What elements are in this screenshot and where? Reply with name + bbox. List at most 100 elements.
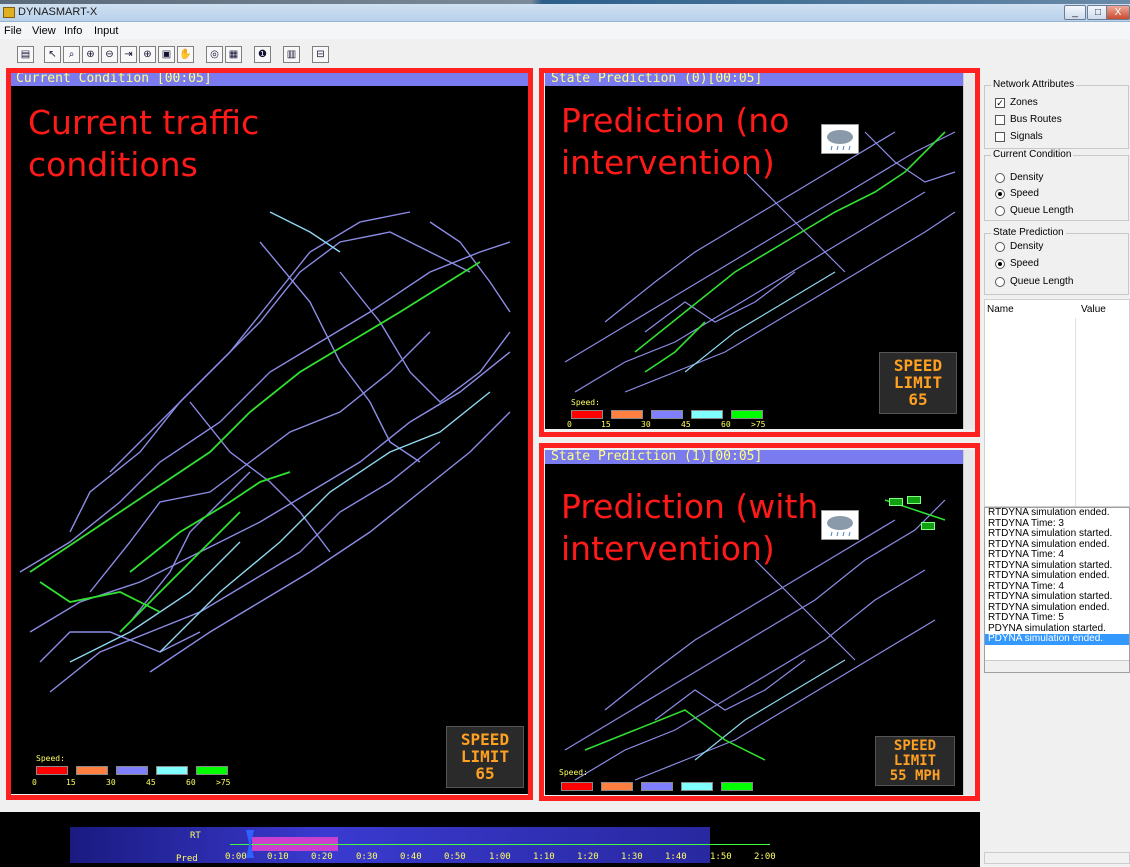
timeline-bar[interactable] (70, 827, 710, 863)
menu-info[interactable]: Info (64, 25, 82, 37)
option-label: Queue Length (1010, 276, 1074, 287)
pred-queue-radio[interactable]: Queue Length (995, 276, 1073, 287)
vms-marker[interactable] (921, 522, 935, 530)
vms-marker[interactable] (889, 498, 903, 506)
prediction-1-panel[interactable]: State Prediction (1)[00:05] Prediction (… (545, 450, 963, 795)
pan-right-icon[interactable]: ⇥ (120, 46, 137, 63)
menu-bar: File View Info Input (0, 22, 1130, 39)
group-title: State Prediction (991, 227, 1066, 238)
legend-tick: 0 (32, 778, 37, 787)
select-icon[interactable]: ↖ (44, 46, 61, 63)
window-title: DYNASMART-X (18, 6, 98, 18)
timeline-tick: 2:00 (754, 852, 776, 862)
log-scrollbar[interactable] (985, 660, 1129, 672)
log-entry[interactable]: RTDYNA simulation ended. (985, 570, 1129, 582)
zones-checkbox[interactable]: ✓ Zones (995, 97, 1038, 108)
minimize-button[interactable]: _ (1064, 5, 1086, 20)
hand-icon[interactable]: ✋ (177, 46, 194, 63)
legend-swatch (571, 410, 603, 419)
legend-tick: 60 (721, 420, 731, 429)
menu-view[interactable]: View (32, 25, 56, 37)
option-label: Signals (1010, 131, 1043, 142)
vms-marker[interactable] (907, 496, 921, 504)
vertical-scrollbar[interactable] (963, 450, 974, 795)
column-header-name[interactable]: Name (987, 304, 1014, 315)
timeline[interactable]: RT Pred 0:00 0:10 0:20 0:30 0:40 0:50 1:… (0, 812, 980, 867)
speed-limit-sign: SPEED LIMIT 65 (446, 726, 524, 788)
column-header-value[interactable]: Value (1081, 304, 1106, 315)
current-annotation: Current traffic conditions (28, 103, 260, 184)
menu-input[interactable]: Input (94, 25, 118, 37)
current-condition-panel[interactable]: Current Condition [00:05] Current traffi… (10, 72, 528, 794)
legend-tick: 15 (601, 420, 611, 429)
sidebar: Network Attributes ✓ Zones Bus Routes Sig… (982, 71, 1130, 867)
prediction-0-panel[interactable]: State Prediction (0)[00:05] Prediction (… (545, 72, 963, 429)
radio-button (995, 188, 1005, 199)
close-button[interactable]: X (1106, 5, 1130, 20)
pred-density-radio[interactable]: Density (995, 241, 1043, 252)
speed-limit-sign: SPEED LIMIT 65 (879, 352, 957, 414)
legend-title: Speed: (571, 398, 600, 407)
legend-swatch (721, 782, 753, 791)
legend-swatch (601, 782, 633, 791)
zoom-out-icon[interactable]: ⊖ (101, 46, 118, 63)
legend-swatch (641, 782, 673, 791)
network-attributes-group: Network Attributes ✓ Zones Bus Routes Sig… (984, 79, 1129, 149)
current-density-radio[interactable]: Density (995, 172, 1043, 183)
log-entry[interactable]: RTDYNA simulation started. (985, 591, 1129, 603)
timeline-tick: 0:00 (225, 852, 247, 862)
legend-tick: 0 (567, 420, 572, 429)
stop-icon[interactable]: ◎ (206, 46, 223, 63)
log-entry[interactable]: RTDYNA Time: 4 (985, 549, 1129, 561)
current-speed-radio[interactable]: Speed (995, 188, 1039, 199)
option-label: Zones (1010, 97, 1038, 108)
log-entry[interactable]: RTDYNA simulation ended. (985, 508, 1129, 519)
rain-cloud-icon (827, 516, 853, 537)
timeline-axis (230, 844, 770, 845)
legend-swatch (691, 410, 723, 419)
current-condition-group: Current Condition Density Speed Queue Le… (984, 149, 1129, 221)
signals-checkbox[interactable]: Signals (995, 131, 1043, 142)
toolbar: ▤ ↖ ⌕ ⊕ ⊖ ⇥ ⊕ ▣ ✋ ◎ ▦ ❶ ▥ ⊟ (0, 41, 1130, 67)
legend-swatch (36, 766, 68, 775)
save-icon[interactable]: ▦ (225, 46, 242, 63)
radio-button (995, 241, 1005, 252)
fit-icon[interactable]: ▣ (158, 46, 175, 63)
prediction-1-annotation: Prediction (with intervention) (561, 487, 819, 568)
horizontal-scrollbar[interactable] (10, 797, 528, 809)
log-entry[interactable]: RTDYNA Time: 5 (985, 612, 1129, 624)
chart-icon[interactable]: ▥ (283, 46, 300, 63)
app-icon (3, 7, 15, 18)
option-label: Density (1010, 241, 1044, 252)
legend-swatch (731, 410, 763, 419)
log-entry-selected[interactable]: PDYNA simulation ended. (985, 633, 1129, 645)
timeline-tick: 0:50 (444, 852, 466, 862)
zoom-in-icon[interactable]: ⊕ (82, 46, 99, 63)
menu-file[interactable]: File (4, 25, 22, 37)
timeline-tick: 0:30 (356, 852, 378, 862)
radio-button (995, 172, 1005, 183)
legend-swatch (611, 410, 643, 419)
check-icon: ✓ (995, 97, 1005, 108)
export-icon[interactable]: ⊟ (312, 46, 329, 63)
sidebar-scrollbar[interactable] (984, 852, 1130, 864)
legend-swatch (561, 782, 593, 791)
print-icon[interactable]: ▤ (17, 46, 34, 63)
radio-button (995, 276, 1005, 287)
title-bar: DYNASMART-X _ □ X (0, 4, 1130, 22)
current-queue-radio[interactable]: Queue Length (995, 205, 1073, 216)
properties-grid[interactable]: Name Value (984, 299, 1130, 507)
pred-speed-radio[interactable]: Speed (995, 258, 1039, 269)
log-list[interactable]: RTDYNA simulation ended. RTDYNA Time: 3 … (984, 507, 1130, 673)
timeline-tick: 1:20 (577, 852, 599, 862)
legend-swatch (116, 766, 148, 775)
horizontal-scrollbar[interactable] (545, 797, 975, 809)
legend-tick: >75 (216, 778, 231, 787)
state-prediction-group: State Prediction Density Speed Queue Len… (984, 227, 1129, 295)
info-icon[interactable]: ❶ (254, 46, 271, 63)
bus-routes-checkbox[interactable]: Bus Routes (995, 114, 1062, 125)
zoom-icon[interactable]: ⌕ (63, 46, 80, 63)
zoom-window-icon[interactable]: ⊕ (139, 46, 156, 63)
vertical-scrollbar[interactable] (963, 72, 974, 429)
log-entry[interactable]: RTDYNA simulation started. (985, 528, 1129, 540)
